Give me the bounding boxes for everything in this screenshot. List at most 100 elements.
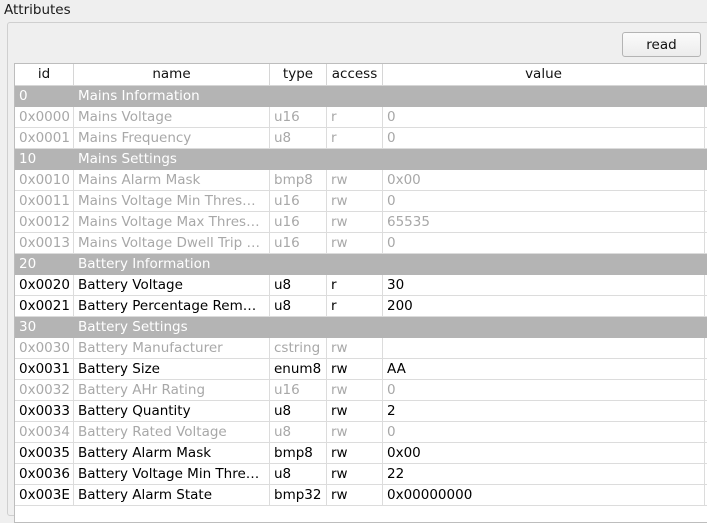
cell-id: 0x0034 xyxy=(15,422,74,442)
cell-value: 0 xyxy=(383,128,705,148)
table-row[interactable]: 0x0030 Battery Manufacturer cstring rw xyxy=(15,338,707,359)
cell-value: 30 xyxy=(383,275,705,295)
table-row[interactable]: 0x0000 Mains Voltage u16 r 0 xyxy=(15,107,707,128)
section-title: Mains Information xyxy=(78,88,200,104)
table-row[interactable]: 0x0001 Mains Frequency u8 r 0 xyxy=(15,128,707,149)
cell-type: u16 xyxy=(270,233,327,253)
cell-value: 0 xyxy=(383,380,705,400)
cell-value: 65535 xyxy=(383,212,705,232)
cell-value: 0 xyxy=(383,191,705,211)
table-row[interactable]: 0x0021 Battery Percentage Rem… u8 r 200 xyxy=(15,296,707,317)
attributes-groupbox: Attributes read id name type access valu… xyxy=(0,0,707,523)
cell-name: Mains Voltage Max Thres… xyxy=(74,212,270,232)
cell-type: u8 xyxy=(270,464,327,484)
section-row[interactable]: 30 Battery Settings xyxy=(15,317,707,338)
cell-name: Battery Voltage Min Thre… xyxy=(74,464,270,484)
table-row[interactable]: 0x0035 Battery Alarm Mask bmp8 rw 0x00 xyxy=(15,443,707,464)
table-row[interactable]: 0x0034 Battery Rated Voltage u8 rw 0 xyxy=(15,422,707,443)
cell-name: Mains Frequency xyxy=(74,128,270,148)
table-row[interactable]: 0x0033 Battery Quantity u8 rw 2 xyxy=(15,401,707,422)
cell-name: Mains Alarm Mask xyxy=(74,170,270,190)
table-row[interactable]: 0x0031 Battery Size enum8 rw AA xyxy=(15,359,707,380)
cell-name: Mains Voltage xyxy=(74,107,270,127)
section-row[interactable]: 10 Mains Settings xyxy=(15,149,707,170)
cell-type: u16 xyxy=(270,380,327,400)
cell-id: 0x0012 xyxy=(15,212,74,232)
cell-id: 0x0035 xyxy=(15,443,74,463)
groupbox-title: Attributes xyxy=(4,2,71,18)
cell-access: r xyxy=(327,107,383,127)
cell-type: u16 xyxy=(270,212,327,232)
cell-type: enum8 xyxy=(270,359,327,379)
table-row[interactable]: 0x0036 Battery Voltage Min Thre… u8 rw 22 xyxy=(15,464,707,485)
cell-value: 2 xyxy=(383,401,705,421)
cell-value: 22 xyxy=(383,464,705,484)
cell-id: 0x0021 xyxy=(15,296,74,316)
cell-id: 0x0036 xyxy=(15,464,74,484)
cell-type: bmp8 xyxy=(270,443,327,463)
cell-id: 0x0000 xyxy=(15,107,74,127)
column-header-value[interactable]: value xyxy=(383,64,705,85)
cell-id: 0x0001 xyxy=(15,128,74,148)
cell-access: rw xyxy=(327,170,383,190)
table-row[interactable]: 0x0032 Battery AHr Rating u16 rw 0 xyxy=(15,380,707,401)
section-row[interactable]: 20 Battery Information xyxy=(15,254,707,275)
cell-access: rw xyxy=(327,485,383,505)
section-id: 0 xyxy=(19,88,28,104)
table-row[interactable]: 0x0012 Mains Voltage Max Thres… u16 rw 65535 xyxy=(15,212,707,233)
cell-id: 0x0033 xyxy=(15,401,74,421)
read-button[interactable]: read xyxy=(622,32,701,57)
cell-id: 0x0020 xyxy=(15,275,74,295)
cell-id: 0x0031 xyxy=(15,359,74,379)
table-body: 0 Mains Information 0x0000 Mains Voltage u16… xyxy=(15,86,707,506)
cell-id: 0x003E xyxy=(15,485,74,505)
cell-type: u16 xyxy=(270,191,327,211)
cell-access: rw xyxy=(327,380,383,400)
cell-value: 200 xyxy=(383,296,705,316)
column-header-access[interactable]: access xyxy=(327,64,383,85)
cell-value: 0 xyxy=(383,422,705,442)
cell-id: 0x0030 xyxy=(15,338,74,358)
cell-id: 0x0011 xyxy=(15,191,74,211)
cell-value: 0x00 xyxy=(383,170,705,190)
cell-name: Battery Size xyxy=(74,359,270,379)
cell-value: 0x00 xyxy=(383,443,705,463)
section-title: Battery Settings xyxy=(78,319,188,335)
cell-access: rw xyxy=(327,422,383,442)
cell-name: Mains Voltage Dwell Trip … xyxy=(74,233,270,253)
cell-access: r xyxy=(327,296,383,316)
cell-value: 0x00000000 xyxy=(383,485,705,505)
cell-id: 0x0032 xyxy=(15,380,74,400)
cell-access: rw xyxy=(327,338,383,358)
section-title: Mains Settings xyxy=(78,151,177,167)
cell-name: Battery Rated Voltage xyxy=(74,422,270,442)
cell-type: bmp32 xyxy=(270,485,327,505)
cell-name: Mains Voltage Min Thres… xyxy=(74,191,270,211)
cell-value xyxy=(383,338,705,358)
column-header-id[interactable]: id xyxy=(15,64,74,85)
cell-value: AA xyxy=(383,359,705,379)
cell-access: rw xyxy=(327,359,383,379)
cell-name: Battery Percentage Rem… xyxy=(74,296,270,316)
table-header: id name type access value xyxy=(15,64,707,86)
column-header-type[interactable]: type xyxy=(270,64,327,85)
section-title: Battery Information xyxy=(78,256,211,272)
cell-access: rw xyxy=(327,443,383,463)
table-row[interactable]: 0x003E Battery Alarm State bmp32 rw 0x000000… xyxy=(15,485,707,506)
cell-access: r xyxy=(327,275,383,295)
cell-name: Battery Alarm Mask xyxy=(74,443,270,463)
column-header-name[interactable]: name xyxy=(74,64,270,85)
cell-access: rw xyxy=(327,401,383,421)
cell-type: u16 xyxy=(270,107,327,127)
table-row[interactable]: 0x0010 Mains Alarm Mask bmp8 rw 0x00 xyxy=(15,170,707,191)
cell-name: Battery Alarm State xyxy=(74,485,270,505)
cell-access: rw xyxy=(327,233,383,253)
cell-value: 0 xyxy=(383,107,705,127)
table-row[interactable]: 0x0020 Battery Voltage u8 r 30 xyxy=(15,275,707,296)
section-id: 30 xyxy=(19,319,37,335)
table-row[interactable]: 0x0013 Mains Voltage Dwell Trip … u16 rw 0 xyxy=(15,233,707,254)
attributes-table[interactable]: id name type access value 0 Mains Informa… xyxy=(14,63,707,523)
table-row[interactable]: 0x0011 Mains Voltage Min Thres… u16 rw 0 xyxy=(15,191,707,212)
cell-value: 0 xyxy=(383,233,705,253)
section-row[interactable]: 0 Mains Information xyxy=(15,86,707,107)
